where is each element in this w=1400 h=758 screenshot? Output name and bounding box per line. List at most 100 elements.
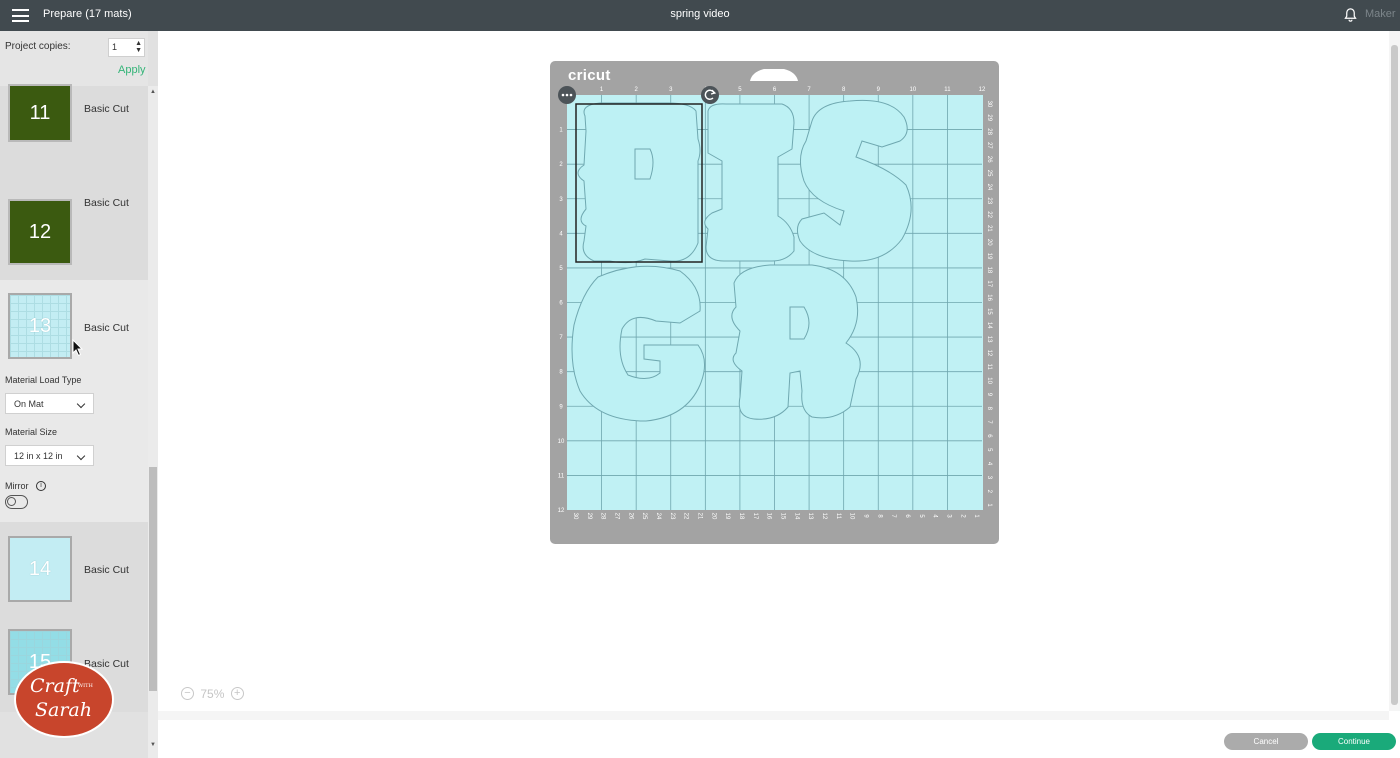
left-ruler-label: 4 bbox=[559, 231, 563, 237]
right-ruler-label: 21 bbox=[986, 225, 992, 232]
right-ruler-label: 10 bbox=[986, 377, 992, 384]
top-ruler-label: 12 bbox=[979, 87, 986, 93]
canvas-vertical-scrollbar[interactable] bbox=[1389, 31, 1400, 711]
bottom-ruler-label: 27 bbox=[613, 513, 619, 520]
mat-item-13-selected[interactable]: 13 Basic Cut Material Load Type On Mat M… bbox=[0, 280, 148, 522]
cutting-mat: cricut 123456789101112123456789101112302… bbox=[550, 61, 999, 544]
letter-r-counter bbox=[789, 306, 810, 340]
right-ruler-label: 4 bbox=[986, 462, 992, 466]
project-copies-input[interactable]: 1 ▲ ▼ bbox=[108, 38, 145, 57]
logo-text-sarah: Sarah bbox=[35, 699, 92, 721]
right-ruler-label: 9 bbox=[986, 393, 992, 397]
right-ruler-label: 12 bbox=[986, 350, 992, 357]
mat-item-11[interactable]: 11 Basic Cut bbox=[0, 84, 148, 181]
apply-button[interactable]: Apply bbox=[118, 64, 146, 76]
bottom-ruler-label: 2 bbox=[959, 514, 965, 518]
left-ruler-label: 10 bbox=[558, 439, 565, 445]
left-ruler-label: 12 bbox=[558, 508, 565, 514]
material-load-type-label: Material Load Type bbox=[5, 375, 82, 385]
machine-name[interactable]: Maker bbox=[1365, 8, 1396, 20]
mat-thumbnail[interactable]: 13 bbox=[8, 293, 72, 359]
bottom-ruler-label: 18 bbox=[738, 513, 744, 520]
right-ruler-label: 17 bbox=[986, 280, 992, 287]
sidebar-scrollbar[interactable] bbox=[148, 86, 158, 758]
logo-text-craft: Craft bbox=[30, 675, 80, 697]
chevron-down-icon bbox=[76, 399, 86, 409]
copies-stepper-icon[interactable]: ▲ ▼ bbox=[135, 40, 142, 54]
more-options-icon[interactable] bbox=[558, 86, 576, 104]
cancel-button[interactable]: Cancel bbox=[1224, 733, 1308, 750]
right-ruler-label: 8 bbox=[986, 407, 992, 411]
left-ruler-label: 1 bbox=[559, 128, 563, 134]
project-name: spring video bbox=[670, 8, 730, 20]
bottom-ruler-label: 5 bbox=[918, 514, 924, 518]
bottom-ruler-label: 7 bbox=[890, 514, 896, 518]
zoom-out-button[interactable]: − bbox=[181, 687, 194, 701]
mouse-cursor-icon bbox=[72, 339, 84, 357]
top-ruler-label: 7 bbox=[807, 87, 811, 93]
mat-item-14[interactable]: 14 Basic Cut bbox=[0, 522, 148, 617]
logo-text-with: WITH bbox=[78, 683, 93, 689]
scrollbar-thumb[interactable] bbox=[1391, 45, 1398, 705]
right-ruler-label: 11 bbox=[986, 364, 992, 371]
material-load-type-select[interactable]: On Mat bbox=[5, 393, 94, 414]
right-ruler-label: 24 bbox=[986, 184, 992, 191]
bottom-ruler-label: 14 bbox=[793, 513, 799, 520]
left-ruler-label: 7 bbox=[559, 335, 563, 341]
bottom-ruler-label: 23 bbox=[669, 513, 675, 520]
top-ruler-label: 8 bbox=[842, 87, 846, 93]
bottom-ruler-label: 21 bbox=[696, 513, 702, 520]
mat-list: 11 Basic Cut 12 Basic Cut 13 Basic Cut M… bbox=[0, 84, 148, 712]
material-size-select[interactable]: 12 in x 12 in bbox=[5, 445, 94, 466]
mat-thumbnail[interactable]: 12 bbox=[8, 199, 72, 265]
bottom-ruler-label: 4 bbox=[932, 514, 938, 518]
mat-number: 11 bbox=[29, 101, 51, 124]
info-icon[interactable]: i bbox=[36, 481, 46, 491]
bell-icon[interactable] bbox=[1343, 7, 1358, 23]
bottom-ruler-label: 30 bbox=[572, 513, 578, 520]
top-ruler-label: 11 bbox=[944, 87, 951, 93]
chevron-down-icon bbox=[76, 451, 86, 461]
bottom-ruler-label: 29 bbox=[586, 513, 592, 520]
top-bar: Prepare (17 mats) spring video Maker bbox=[0, 0, 1400, 31]
continue-button[interactable]: Continue bbox=[1312, 733, 1396, 750]
mat-label: Basic Cut bbox=[84, 322, 129, 334]
mat-sidebar: Project copies: 1 ▲ ▼ Apply 11 Basic Cut … bbox=[0, 31, 158, 758]
material-size-value: 12 in x 12 in bbox=[14, 451, 63, 461]
top-ruler-label: 1 bbox=[600, 87, 604, 93]
footer-bar bbox=[158, 720, 1400, 758]
bottom-ruler-label: 10 bbox=[849, 513, 855, 520]
mat-number: 12 bbox=[28, 220, 52, 243]
bottom-ruler-label: 12 bbox=[821, 513, 827, 520]
mat-label: Basic Cut bbox=[84, 564, 129, 576]
project-copies-label: Project copies: bbox=[5, 41, 71, 52]
top-ruler-label: 5 bbox=[738, 87, 742, 93]
top-ruler-label: 3 bbox=[669, 87, 673, 93]
right-ruler-label: 14 bbox=[986, 322, 992, 329]
right-ruler-label: 26 bbox=[986, 156, 992, 163]
hamburger-menu-icon[interactable] bbox=[12, 9, 29, 22]
left-ruler-label: 3 bbox=[559, 197, 563, 203]
right-ruler-label: 25 bbox=[986, 170, 992, 177]
right-ruler-label: 3 bbox=[986, 476, 992, 480]
scroll-up-arrow-icon[interactable]: ▲ bbox=[150, 89, 156, 95]
mat-thumbnail[interactable]: 14 bbox=[8, 536, 72, 602]
right-ruler-label: 13 bbox=[986, 336, 992, 343]
left-ruler-label: 11 bbox=[558, 473, 565, 479]
bottom-ruler-label: 25 bbox=[641, 513, 647, 520]
mat-item-12[interactable]: 12 Basic Cut bbox=[0, 181, 148, 280]
zoom-in-button[interactable]: + bbox=[230, 687, 244, 701]
scroll-down-arrow-icon[interactable]: ▼ bbox=[150, 742, 156, 748]
material-size-label: Material Size bbox=[5, 427, 58, 437]
rotate-icon[interactable] bbox=[701, 86, 719, 104]
canvas-horizontal-scrollbar[interactable] bbox=[158, 711, 1389, 720]
toggle-knob bbox=[7, 497, 16, 506]
mat-thumbnail[interactable]: 11 bbox=[8, 84, 72, 142]
left-ruler-label: 9 bbox=[559, 404, 563, 410]
mirror-toggle[interactable] bbox=[5, 495, 28, 509]
zoom-level: 75% bbox=[200, 686, 225, 701]
scrollbar-thumb[interactable] bbox=[149, 467, 157, 691]
bottom-ruler-label: 6 bbox=[904, 514, 910, 518]
project-copies-value: 1 bbox=[112, 42, 118, 52]
right-ruler-label: 20 bbox=[986, 239, 992, 246]
